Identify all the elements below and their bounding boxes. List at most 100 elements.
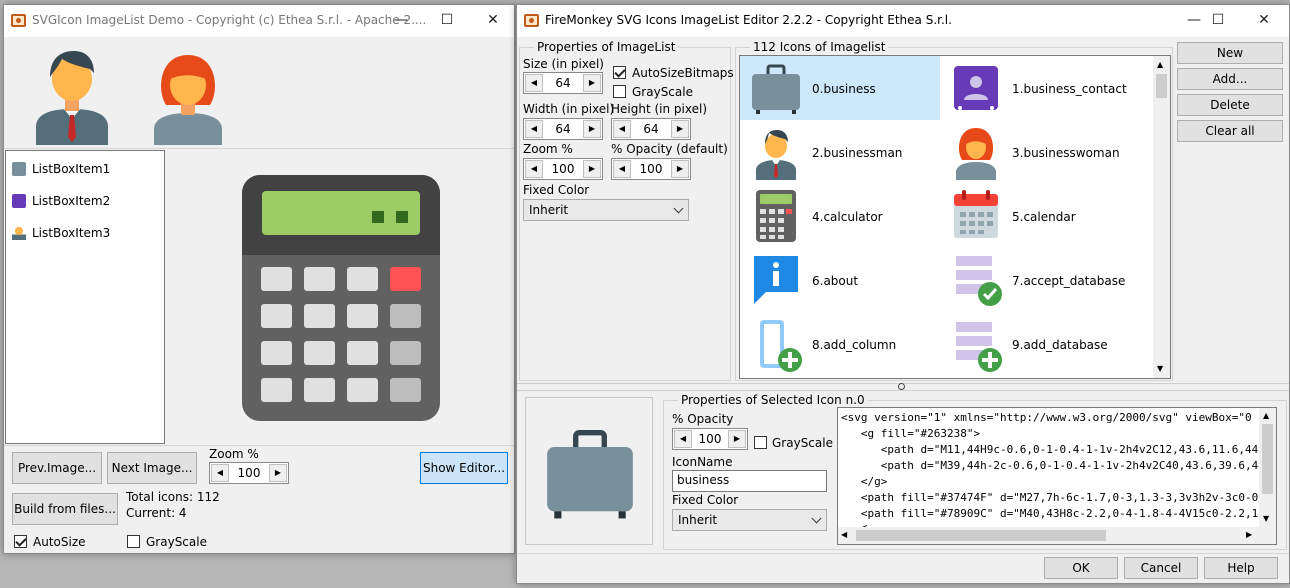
list-box[interactable]: ListBoxItem1 ListBoxItem2 ListBoxItem3 <box>5 150 165 444</box>
svg-text-editor[interactable]: <svg version="1" xmlns="http://www.w3.or… <box>837 407 1277 545</box>
spin-left-icon[interactable]: ◀ <box>674 430 692 448</box>
spin-left-icon[interactable]: ◀ <box>613 120 631 138</box>
scroll-down-icon[interactable]: ▼ <box>1157 364 1163 373</box>
sel-grayscale-label: GrayScale <box>772 436 833 450</box>
icon-cell-business-contact[interactable]: 1.business_contact <box>940 56 1140 120</box>
svg-line: <path d="M11,44H9c-0.6,0-1-0.4-1-1v-2h4v… <box>841 443 1277 456</box>
icon-cell-calendar[interactable]: 5.calendar <box>940 184 1140 248</box>
icon-cell-add-column[interactable]: 8.add_column <box>740 312 940 376</box>
svg-line: <svg version="1" xmlns="http://www.w3.or… <box>841 411 1276 424</box>
scroll-up-icon[interactable]: ▲ <box>1263 411 1269 420</box>
icon-cell-accept-database[interactable]: 7.accept_database <box>940 248 1140 312</box>
icon-cell-about[interactable]: 6.about <box>740 248 940 312</box>
demo-window-title: SVGIcon ImageList Demo - Copyright (c) E… <box>32 13 427 27</box>
svg-line: <g fill="#263238"> <box>841 427 981 440</box>
spin-left-icon[interactable]: ◀ <box>613 160 631 178</box>
zoom-spinner[interactable]: ◀ 100 ▶ <box>523 158 603 180</box>
icon-name-input[interactable]: business <box>672 470 827 492</box>
new-button[interactable]: New <box>1177 42 1283 64</box>
businessman-icon <box>756 130 796 180</box>
opacity-spinner[interactable]: ◀ 100 ▶ <box>611 158 691 180</box>
svg-line: <path fill="#37474F" d="M27,7h-6c-1.7,0-… <box>860 491 1276 504</box>
icon-cell-calculator[interactable]: 4.calculator <box>740 184 940 248</box>
icons-grid[interactable]: 0.business 1.business_contact 2.business… <box>739 55 1171 379</box>
sel-opacity-spinner[interactable]: ◀ 100 ▶ <box>672 428 748 450</box>
zoom-spinner[interactable]: ◀ 100 ▶ <box>209 462 289 484</box>
svg-vscrollbar[interactable]: ▲ ▼ <box>1259 408 1276 528</box>
splitter[interactable] <box>517 383 1289 391</box>
scroll-down-icon[interactable]: ▼ <box>1263 514 1269 523</box>
current-label: Current: 4 <box>126 506 187 520</box>
spin-right-icon[interactable]: ▶ <box>583 120 601 138</box>
list-item[interactable]: ListBoxItem2 <box>10 189 160 213</box>
next-image-button[interactable]: Next Image... <box>107 452 197 484</box>
splitter-handle-icon[interactable] <box>898 383 905 390</box>
maximize-icon[interactable]: ☐ <box>424 5 470 37</box>
spin-right-icon[interactable]: ▶ <box>671 160 689 178</box>
height-spinner[interactable]: ◀ 64 ▶ <box>611 118 691 140</box>
info-icon <box>754 256 798 304</box>
editor-titlebar[interactable]: FireMonkey SVG Icons ImageList Editor 2.… <box>517 5 1289 37</box>
icon-cell-businesswoman[interactable]: 3.businesswoman <box>940 120 1140 184</box>
delete-button[interactable]: Delete <box>1177 94 1283 116</box>
briefcase-icon <box>547 430 633 519</box>
briefcase-icon <box>752 64 800 114</box>
editor-window-title: FireMonkey SVG Icons ImageList Editor 2.… <box>545 13 952 27</box>
grayscale-label: GrayScale <box>632 85 693 99</box>
width-spinner[interactable]: ◀ 64 ▶ <box>523 118 603 140</box>
fixed-color-label: Fixed Color <box>523 183 590 197</box>
autosize-bitmaps-checkbox[interactable] <box>613 66 626 79</box>
grayscale-checkbox[interactable] <box>127 535 140 548</box>
footer-bar <box>517 553 1289 554</box>
icon-cell-add-database[interactable]: 9.add_database <box>940 312 1140 376</box>
prev-image-button[interactable]: Prev.Image... <box>12 452 102 484</box>
businessman-icon <box>12 226 26 240</box>
scroll-up-icon[interactable]: ▲ <box>1157 60 1163 69</box>
svg-hscrollbar[interactable]: ◀ ▶ <box>838 527 1276 544</box>
accept-database-icon <box>956 256 1002 306</box>
scroll-right-icon[interactable]: ▶ <box>1246 530 1252 539</box>
spin-right-icon[interactable]: ▶ <box>671 120 689 138</box>
icon-cell-businessman[interactable]: 2.businessman <box>740 120 940 184</box>
autosize-bitmaps-label: AutoSizeBitmaps <box>632 66 734 80</box>
add-column-icon <box>760 320 802 372</box>
add-button[interactable]: Add... <box>1177 68 1283 90</box>
height-label: Height (in pixel) <box>611 102 707 116</box>
maximize-icon[interactable]: ☐ <box>1195 5 1241 37</box>
add-database-icon <box>956 322 1002 372</box>
cancel-button[interactable]: Cancel <box>1124 557 1198 579</box>
minimize-icon[interactable]: — <box>378 5 424 37</box>
spin-right-icon[interactable]: ▶ <box>583 74 601 92</box>
icon-cell-business[interactable]: 0.business <box>740 56 940 120</box>
autosize-checkbox[interactable] <box>14 535 27 548</box>
clear-all-button[interactable]: Clear all <box>1177 120 1283 142</box>
scroll-left-icon[interactable]: ◀ <box>841 530 847 539</box>
fixed-color-select[interactable]: Inherit <box>523 199 689 221</box>
show-editor-button[interactable]: Show Editor... <box>420 452 508 484</box>
scroll-thumb[interactable] <box>1156 74 1167 98</box>
scroll-thumb[interactable] <box>1262 424 1273 494</box>
zoom-label: Zoom % <box>523 142 573 156</box>
help-button[interactable]: Help <box>1204 557 1278 579</box>
spin-left-icon[interactable]: ◀ <box>525 74 543 92</box>
spin-left-icon[interactable]: ◀ <box>525 160 543 178</box>
sel-grayscale-checkbox[interactable] <box>754 436 767 449</box>
spin-right-icon[interactable]: ▶ <box>583 160 601 178</box>
size-spinner[interactable]: ◀ 64 ▶ <box>523 72 603 94</box>
list-item[interactable]: ListBoxItem1 <box>10 157 160 181</box>
close-icon[interactable]: ✕ <box>1241 5 1287 37</box>
demo-titlebar[interactable]: SVGIcon ImageList Demo - Copyright (c) E… <box>4 5 514 37</box>
spin-left-icon[interactable]: ◀ <box>525 120 543 138</box>
svg-line: <path d="M39,44h-2c-0.6,0-1-0.4-1-1v-2h4… <box>880 459 1277 472</box>
build-from-files-button[interactable]: Build from files... <box>12 493 118 525</box>
sel-fixed-color-select[interactable]: Inherit <box>672 509 827 531</box>
icons-scrollbar[interactable]: ▲ ▼ <box>1153 56 1170 378</box>
grayscale-checkbox[interactable] <box>613 85 626 98</box>
close-icon[interactable]: ✕ <box>470 5 516 37</box>
spin-right-icon[interactable]: ▶ <box>728 430 746 448</box>
list-item[interactable]: ListBoxItem3 <box>10 221 160 245</box>
spin-right-icon[interactable]: ▶ <box>269 464 287 482</box>
spin-left-icon[interactable]: ◀ <box>211 464 229 482</box>
ok-button[interactable]: OK <box>1044 557 1118 579</box>
scroll-thumb[interactable] <box>856 530 1106 541</box>
